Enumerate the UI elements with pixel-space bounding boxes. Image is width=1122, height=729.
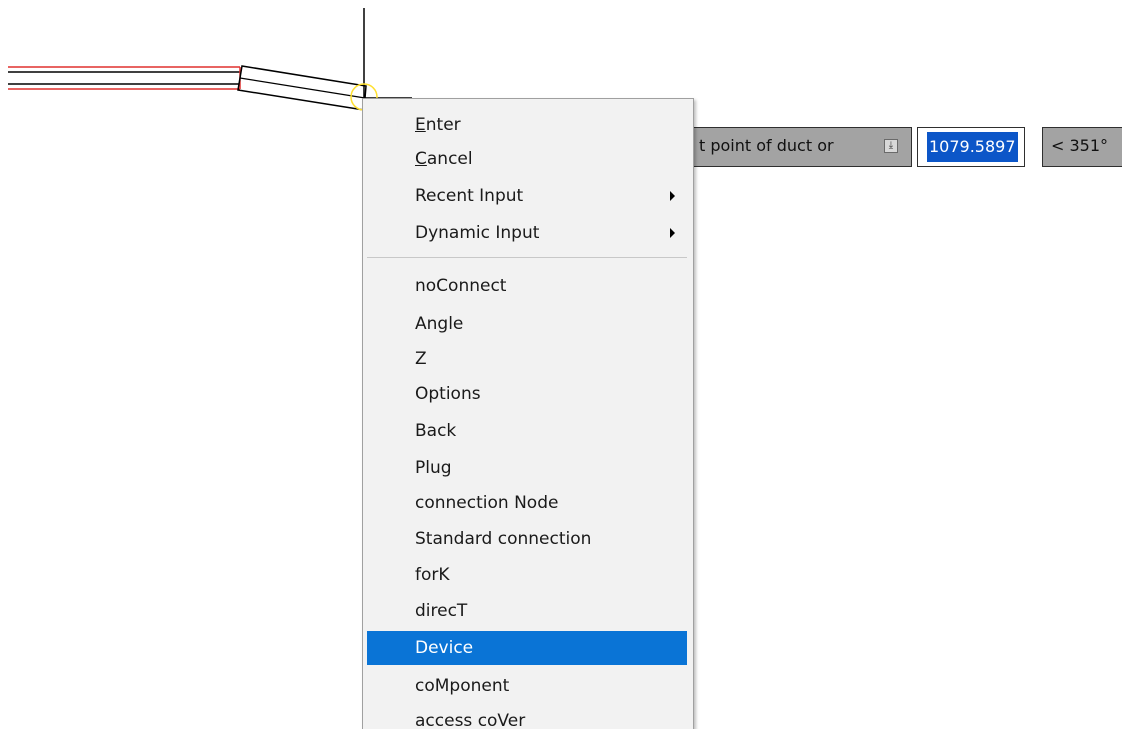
menu-item-label: Standard connection — [415, 529, 592, 549]
menu-item-label: Cancel — [415, 149, 473, 169]
menu-item-label: Recent Input — [415, 186, 524, 206]
menu-item-label: Back — [415, 421, 457, 441]
menu-item-enter[interactable]: Enter — [367, 108, 687, 142]
menu-item-label: connection Node — [415, 493, 559, 513]
menu-item-label: Z — [415, 349, 427, 369]
menu-item-device[interactable]: Device — [367, 631, 687, 665]
enter-label-rest: nter — [425, 115, 461, 135]
menu-item-direct[interactable]: direcT — [367, 594, 687, 628]
menu-item-label: Options — [415, 384, 481, 404]
menu-item-plug[interactable]: Plug — [367, 451, 687, 485]
menu-item-cancel[interactable]: Cancel — [367, 142, 687, 176]
cad-drawing-area[interactable]: t point of duct or ⤓ 1079.5897 < 351° En… — [0, 0, 1122, 729]
menu-item-access-cover[interactable]: access coVer — [367, 704, 687, 729]
menu-item-fork[interactable]: forK — [367, 558, 687, 592]
distance-input-field[interactable]: 1079.5897 — [917, 127, 1025, 167]
menu-item-label: Angle — [415, 314, 464, 334]
menu-item-label: noConnect — [415, 276, 507, 296]
dynamic-input-prompt: t point of duct or — [690, 127, 912, 167]
menu-item-angle[interactable]: Angle — [367, 307, 687, 341]
submenu-arrow-icon — [670, 228, 675, 238]
cancel-label-rest: ancel — [426, 149, 473, 169]
menu-item-dynamic-input[interactable]: Dynamic Input — [367, 216, 687, 250]
distance-value[interactable]: 1079.5897 — [927, 132, 1018, 162]
menu-item-component[interactable]: coMponent — [367, 669, 687, 703]
menu-item-back[interactable]: Back — [367, 414, 687, 448]
menu-item-label: Dynamic Input — [415, 223, 540, 243]
menu-item-label: forK — [415, 565, 450, 585]
menu-item-label: access coVer — [415, 711, 526, 729]
menu-item-label: coMponent — [415, 676, 510, 696]
menu-item-options[interactable]: Options — [367, 377, 687, 411]
menu-item-label: Device — [415, 638, 474, 658]
menu-item-label: direcT — [415, 601, 468, 621]
menu-separator — [367, 257, 687, 258]
dynamic-input-tooltip: t point of duct or ⤓ 1079.5897 < 351° — [690, 127, 1122, 169]
menu-item-noconnect[interactable]: noConnect — [367, 269, 687, 303]
menu-item-connection-node[interactable]: connection Node — [367, 486, 687, 520]
menu-item-recent-input[interactable]: Recent Input — [367, 179, 687, 213]
menu-item-label: Plug — [415, 458, 452, 478]
menu-item-label: Enter — [415, 115, 461, 135]
angle-input-field[interactable]: < 351° — [1042, 127, 1122, 167]
duct-angled-centerline — [239, 77, 366, 99]
down-arrow-box-icon[interactable]: ⤓ — [884, 139, 898, 153]
context-menu: Enter Cancel Recent Input Dynamic Input … — [362, 98, 694, 729]
submenu-arrow-icon — [670, 191, 675, 201]
menu-item-z[interactable]: Z — [367, 342, 687, 376]
menu-item-standard-connection[interactable]: Standard connection — [367, 522, 687, 556]
